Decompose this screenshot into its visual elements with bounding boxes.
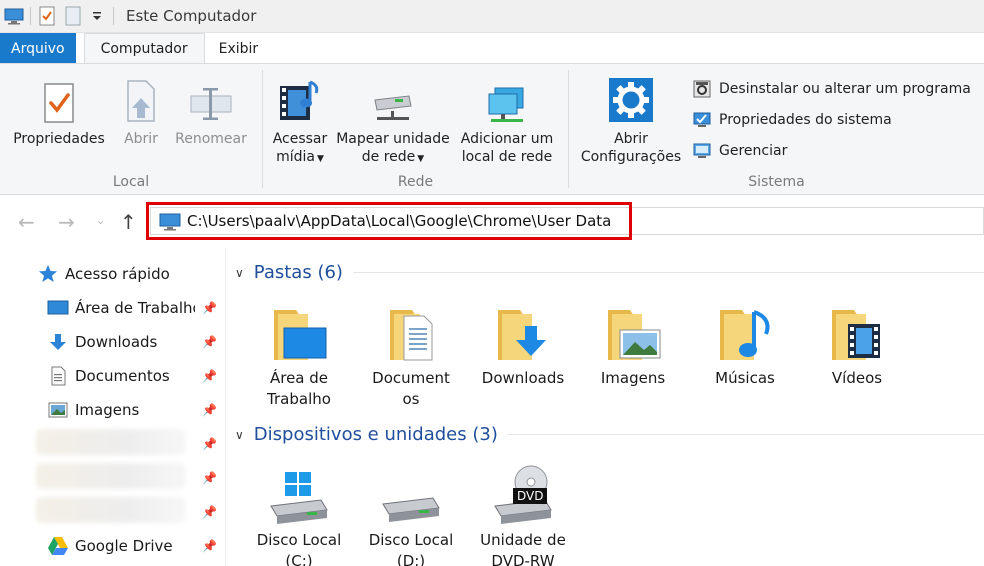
- document-icon: [46, 365, 70, 387]
- music-folder-icon: [695, 298, 795, 364]
- image-icon: [46, 399, 70, 421]
- abrir-button[interactable]: Abrir: [118, 72, 164, 148]
- acessar-midia-button[interactable]: Acessar mídia ▼: [267, 72, 333, 168]
- back-arrow-icon[interactable]: ←: [18, 210, 35, 234]
- sidebar-item-documentos[interactable]: Documentos: [46, 363, 226, 389]
- dvd-drive-icon: DVD: [473, 460, 573, 526]
- sidebar-item-google-drive[interactable]: Google Drive: [46, 533, 226, 559]
- pin-icon[interactable]: 📌: [202, 335, 217, 349]
- mapear-unidade-button[interactable]: Mapear unidade de rede ▼: [329, 72, 457, 168]
- section-header-dispositivos[interactable]: ∨ Dispositivos e unidades (3): [235, 424, 984, 445]
- media-icon: [267, 72, 333, 124]
- videos-folder-icon: [807, 298, 907, 364]
- pin-icon[interactable]: 📌: [202, 505, 217, 519]
- desktop-folder-icon: [249, 298, 349, 364]
- customize-toolbar-icon[interactable]: [87, 6, 107, 26]
- windows-drive-icon: [249, 460, 349, 526]
- group-rede: Acessar mídia ▼ Mapear unidade de rede ▼ A…: [263, 64, 568, 194]
- title-bar: Este Computador: [0, 0, 984, 33]
- network-location-icon: [455, 72, 559, 124]
- folder-imagens[interactable]: Imagens: [583, 298, 683, 389]
- network-drive-icon: [329, 72, 457, 124]
- tab-computador[interactable]: Computador: [83, 33, 205, 64]
- chevron-down-icon[interactable]: ∨: [235, 428, 244, 442]
- manage-computer-icon: [691, 141, 713, 161]
- navigation-row: ← → ⌄ ↑ C:\Users\paalv\AppData\Local\Goo…: [0, 196, 984, 248]
- window-title: Este Computador: [126, 7, 257, 25]
- pin-icon[interactable]: 📌: [202, 369, 217, 383]
- blurred-item: [36, 497, 186, 523]
- sidebar-item-imagens[interactable]: Imagens: [46, 397, 226, 423]
- folder-area-de-trabalho[interactable]: Área de Trabalho: [249, 298, 349, 410]
- content-pane: ∨ Pastas (6) Área de Trabalho Document o…: [227, 248, 984, 566]
- documents-folder-icon: [361, 298, 461, 364]
- ribbon-tabs: Arquivo Computador Exibir: [0, 33, 984, 64]
- folder-downloads[interactable]: Downloads: [473, 298, 573, 389]
- recent-locations-chevron-icon[interactable]: ⌄: [96, 214, 105, 227]
- renomear-button[interactable]: Renomear: [170, 72, 252, 148]
- chevron-down-icon[interactable]: ∨: [235, 266, 244, 280]
- quick-access-toolbar: [4, 0, 120, 33]
- properties-check-icon: [6, 72, 112, 124]
- blurred-item: [36, 429, 186, 455]
- folder-documentos[interactable]: Document os: [361, 298, 461, 410]
- tab-arquivo[interactable]: Arquivo: [0, 33, 76, 64]
- desinstalar-programa-button[interactable]: Desinstalar ou alterar um programa: [691, 77, 971, 101]
- downloads-folder-icon: [473, 298, 573, 364]
- images-folder-icon: [583, 298, 683, 364]
- section-title-pastas: Pastas (6): [253, 262, 343, 283]
- pin-icon[interactable]: 📌: [202, 301, 217, 315]
- desktop-icon: [46, 297, 70, 319]
- propriedades-button[interactable]: Propriedades: [6, 72, 112, 148]
- drive-disco-local-c[interactable]: Disco Local (C:): [249, 460, 349, 566]
- sidebar-item-downloads[interactable]: Downloads: [46, 329, 226, 355]
- system-properties-icon: [691, 110, 713, 130]
- pin-icon[interactable]: 📌: [202, 539, 217, 553]
- blurred-item: [36, 463, 186, 489]
- uninstall-program-icon: [691, 79, 713, 99]
- ribbon: Propriedades Abrir Renomear Local Acessa…: [0, 63, 984, 195]
- section-title-dispositivos: Dispositivos e unidades (3): [253, 424, 498, 445]
- forward-arrow-icon[interactable]: →: [58, 210, 75, 234]
- group-sistema: Abrir Configurações Desinstalar ou alter…: [569, 64, 984, 194]
- group-label-sistema: Sistema: [748, 174, 805, 190]
- download-arrow-icon: [46, 331, 70, 353]
- group-label-local: Local: [112, 174, 150, 190]
- adicionar-local-rede-button[interactable]: Adicionar um local de rede: [455, 72, 559, 166]
- group-local: Propriedades Abrir Renomear Local: [0, 64, 262, 194]
- pin-icon[interactable]: 📌: [202, 437, 217, 451]
- new-folder-icon[interactable]: [63, 6, 83, 26]
- gerenciar-button[interactable]: Gerenciar: [691, 139, 787, 163]
- group-label-rede: Rede: [397, 174, 434, 190]
- drive-dvd-rw[interactable]: DVD Unidade de DVD-RW: [473, 460, 573, 566]
- abrir-configuracoes-button[interactable]: Abrir Configurações: [575, 72, 687, 166]
- address-highlight-box: [146, 202, 632, 240]
- navigation-pane: Acesso rápido Área de Trabalho 📌 Downloa…: [0, 248, 226, 566]
- star-icon: [36, 263, 60, 285]
- dvd-badge: DVD: [517, 489, 544, 503]
- up-arrow-icon[interactable]: ↑: [120, 210, 137, 234]
- properties-icon[interactable]: [37, 6, 57, 26]
- drive-disco-local-d[interactable]: Disco Local (D:): [361, 460, 461, 566]
- sidebar-item-acesso-rapido[interactable]: Acesso rápido: [36, 261, 216, 287]
- rename-icon: [170, 72, 252, 124]
- section-header-pastas[interactable]: ∨ Pastas (6): [235, 262, 984, 283]
- hard-drive-icon: [361, 460, 461, 526]
- tab-exibir[interactable]: Exibir: [205, 33, 271, 64]
- computer-icon[interactable]: [4, 6, 24, 26]
- folder-videos[interactable]: Vídeos: [807, 298, 907, 389]
- open-arrow-icon: [118, 72, 164, 124]
- pin-icon[interactable]: 📌: [202, 403, 217, 417]
- google-drive-icon: [46, 535, 70, 557]
- sidebar-item-area-de-trabalho[interactable]: Área de Trabalho: [46, 295, 226, 321]
- folder-musicas[interactable]: Músicas: [695, 298, 795, 389]
- propriedades-sistema-button[interactable]: Propriedades do sistema: [691, 108, 892, 132]
- settings-gear-icon: [575, 72, 687, 124]
- pin-icon[interactable]: 📌: [202, 471, 217, 485]
